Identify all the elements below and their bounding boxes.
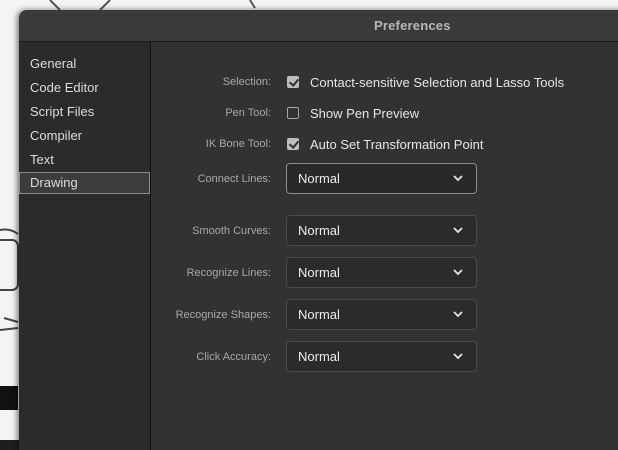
auto-set-transformation-option-text[interactable]: Auto Set Transformation Point bbox=[310, 137, 483, 152]
sidebar-item-label: Compiler bbox=[30, 128, 83, 143]
drawing-preferences-panel: Selection: Contact-sensitive Selection a… bbox=[151, 42, 618, 450]
ik-bone-tool-label: IK Bone Tool: bbox=[205, 138, 271, 150]
preferences-dialog: Preferences General Code Editor Script F… bbox=[19, 10, 618, 450]
sidebar-item-code-editor[interactable]: Code Editor bbox=[19, 77, 150, 99]
sidebar-item-general[interactable]: General bbox=[19, 53, 150, 75]
sidebar-item-script-files[interactable]: Script Files bbox=[19, 101, 150, 123]
chevron-down-icon bbox=[453, 311, 463, 318]
sidebar-item-label: Code Editor bbox=[30, 80, 99, 95]
sidebar-item-label: Script Files bbox=[30, 104, 95, 119]
smooth-curves-select[interactable]: Normal bbox=[286, 215, 477, 246]
recognize-shapes-label: Recognize Shapes: bbox=[175, 309, 271, 321]
sidebar-item-label: Text bbox=[30, 152, 54, 167]
sidebar-item-drawing[interactable]: Drawing bbox=[19, 172, 150, 194]
chevron-down-icon bbox=[453, 353, 463, 360]
select-value: Normal bbox=[298, 307, 340, 322]
connect-lines-label: Connect Lines: bbox=[197, 173, 271, 185]
chevron-down-icon bbox=[453, 269, 463, 276]
title-bar[interactable]: Preferences bbox=[19, 10, 618, 42]
chevron-down-icon bbox=[453, 227, 463, 234]
pen-tool-label: Pen Tool: bbox=[225, 107, 271, 119]
click-accuracy-select[interactable]: Normal bbox=[286, 341, 477, 372]
recognize-lines-select[interactable]: Normal bbox=[286, 257, 477, 288]
select-value: Normal bbox=[298, 171, 340, 186]
select-value: Normal bbox=[298, 223, 340, 238]
selection-label: Selection: bbox=[222, 76, 271, 88]
connect-lines-select[interactable]: Normal bbox=[286, 163, 477, 194]
click-accuracy-label: Click Accuracy: bbox=[196, 351, 271, 363]
smooth-curves-label: Smooth Curves: bbox=[192, 225, 271, 237]
chevron-down-icon bbox=[453, 175, 463, 182]
pen-preview-option-text[interactable]: Show Pen Preview bbox=[310, 106, 419, 121]
recognize-lines-label: Recognize Lines: bbox=[186, 267, 271, 279]
sidebar-item-label: Drawing bbox=[30, 175, 78, 190]
select-value: Normal bbox=[298, 349, 340, 364]
auto-set-transformation-checkbox[interactable] bbox=[287, 138, 299, 150]
selection-option-text[interactable]: Contact-sensitive Selection and Lasso To… bbox=[310, 75, 564, 90]
sidebar-item-label: General bbox=[30, 56, 77, 71]
sidebar-item-text[interactable]: Text bbox=[19, 149, 150, 171]
selection-checkbox[interactable] bbox=[287, 76, 299, 88]
dialog-title: Preferences bbox=[374, 18, 451, 33]
recognize-shapes-select[interactable]: Normal bbox=[286, 299, 477, 330]
select-value: Normal bbox=[298, 265, 340, 280]
pen-preview-checkbox[interactable] bbox=[287, 107, 299, 119]
sidebar-item-compiler[interactable]: Compiler bbox=[19, 125, 150, 147]
category-sidebar: General Code Editor Script Files Compile… bbox=[19, 42, 151, 450]
